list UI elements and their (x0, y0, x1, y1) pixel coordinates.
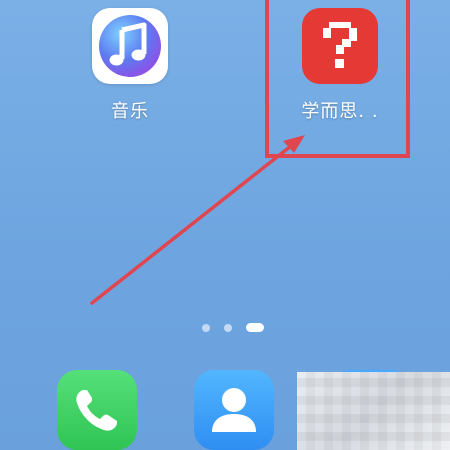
highlight-box (265, 0, 410, 158)
dock-contacts-app[interactable] (194, 370, 274, 450)
music-app-icon[interactable] (92, 8, 168, 84)
music-note-icon (109, 22, 147, 66)
page-dot-active[interactable] (246, 323, 264, 332)
page-dot[interactable] (224, 324, 232, 332)
app-music[interactable]: 音乐 (75, 8, 185, 123)
contacts-icon (212, 388, 256, 432)
page-dot[interactable] (202, 324, 210, 332)
phone-icon (76, 390, 117, 431)
mosaic-overlay (297, 372, 450, 450)
dock-phone-app[interactable] (57, 370, 137, 450)
app-label-music: 音乐 (111, 101, 149, 122)
home-screen: 音乐 学而思. . (0, 0, 450, 450)
